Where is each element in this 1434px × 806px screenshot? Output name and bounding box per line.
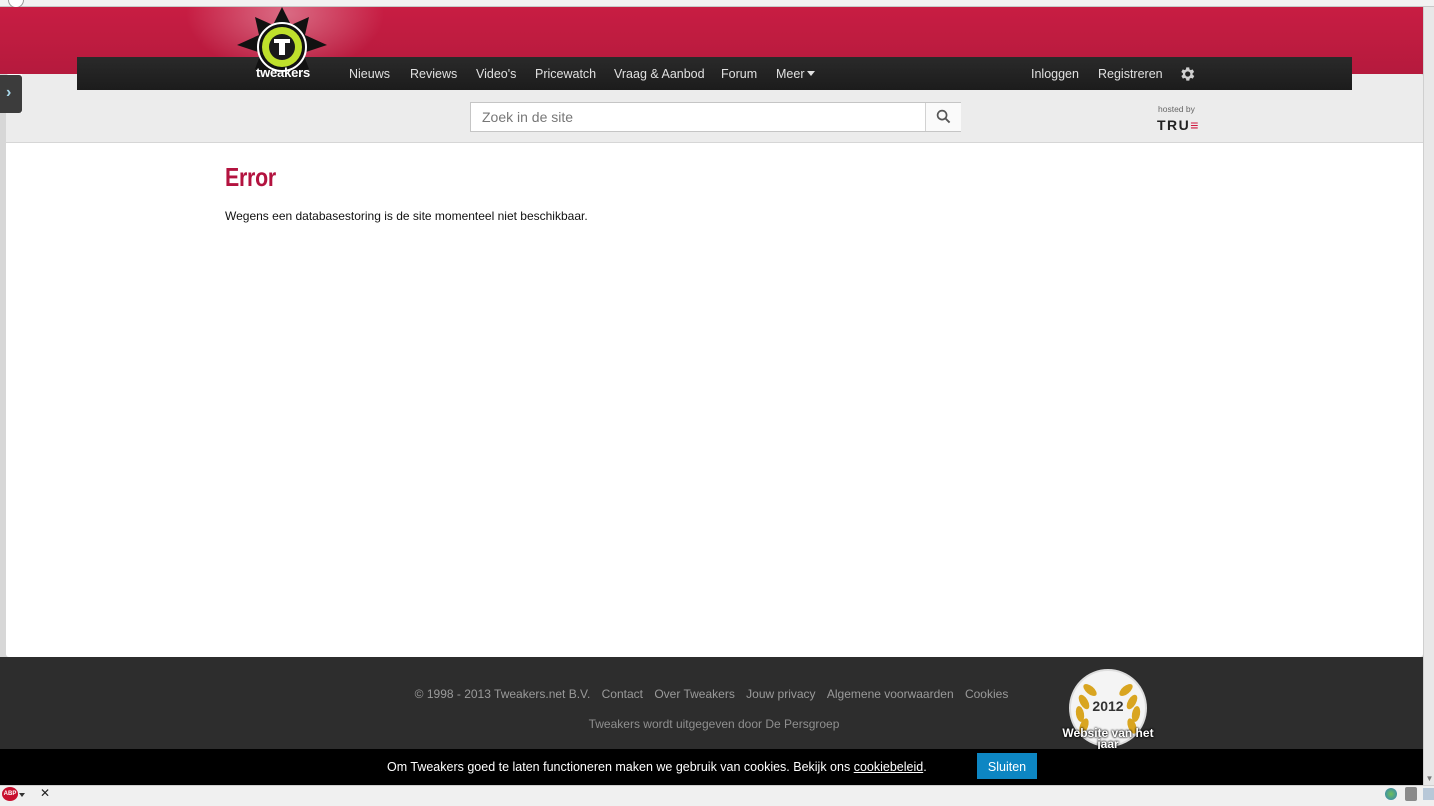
- nav-item-meer[interactable]: Meer: [776, 57, 816, 90]
- award-year: 2012: [1092, 698, 1124, 714]
- cookie-text-end: .: [923, 760, 927, 774]
- caret-down-icon: [807, 71, 816, 76]
- hosted-by-label: hosted by: [1158, 104, 1195, 114]
- browser-status-bar: [0, 785, 1434, 806]
- adblock-icon[interactable]: ABP: [2, 787, 18, 801]
- search-box: [470, 102, 961, 132]
- nav-item-videos[interactable]: Video's: [476, 57, 516, 90]
- globe-icon[interactable]: [1385, 788, 1397, 800]
- page-panel: [6, 74, 1423, 657]
- footer: [0, 657, 1423, 749]
- nav-item-forum[interactable]: Forum: [721, 57, 757, 90]
- chevron-right-icon: ›: [6, 84, 12, 101]
- search-input[interactable]: [471, 103, 922, 131]
- sidebar-toggle-button[interactable]: ›: [0, 75, 22, 113]
- footer-links: © 1998 - 2013 Tweakers.net B.V. Contact …: [0, 687, 1423, 701]
- cookie-close-button[interactable]: Sluiten: [977, 753, 1037, 779]
- close-icon[interactable]: ✕: [40, 786, 50, 800]
- award-text: Website van het jaar: [1062, 726, 1154, 751]
- cookie-message: Om Tweakers goed te laten functioneren m…: [387, 760, 927, 774]
- addon-icon[interactable]: [1405, 787, 1417, 801]
- login-link[interactable]: Inloggen: [1031, 57, 1079, 90]
- nav-item-reviews[interactable]: Reviews: [410, 57, 457, 90]
- error-message: Wegens een databasestoring is de site mo…: [225, 209, 588, 223]
- footer-link-voorwaarden[interactable]: Algemene voorwaarden: [827, 687, 954, 701]
- page-title: Error: [225, 162, 276, 192]
- register-link[interactable]: Registreren: [1098, 57, 1163, 90]
- footer-link-cookies[interactable]: Cookies: [965, 687, 1008, 701]
- true-logo-e: ≡: [1190, 117, 1200, 133]
- true-hosting-logo[interactable]: TRU≡: [1157, 117, 1200, 133]
- gear-icon[interactable]: [1178, 65, 1196, 83]
- vertical-scrollbar[interactable]: ▼: [1423, 7, 1434, 785]
- footer-link-privacy[interactable]: Jouw privacy: [746, 687, 815, 701]
- adblock-menu-caret-icon[interactable]: [19, 793, 25, 797]
- browser-top-bar: [0, 0, 1434, 8]
- footer-publisher: Tweakers wordt uitgegeven door De Persgr…: [588, 717, 840, 731]
- nav-item-vraag-aanbod[interactable]: Vraag & Aanbod: [614, 57, 705, 90]
- resize-grip-icon[interactable]: [1423, 788, 1434, 800]
- nav-item-pricewatch[interactable]: Pricewatch: [535, 57, 596, 90]
- footer-link-over-tweakers[interactable]: Over Tweakers: [654, 687, 734, 701]
- scroll-down-arrow-icon[interactable]: ▼: [1425, 774, 1434, 783]
- nav-item-nieuws[interactable]: Nieuws: [349, 57, 390, 90]
- cookie-policy-link[interactable]: cookiebeleid: [854, 760, 924, 774]
- footer-copyright: © 1998 - 2013 Tweakers.net B.V.: [414, 687, 591, 701]
- true-logo-text: TRU: [1157, 117, 1191, 133]
- nav-more-label: Meer: [776, 67, 805, 81]
- logo-wordmark[interactable]: tweakers: [248, 65, 318, 80]
- search-button[interactable]: [925, 103, 961, 131]
- cookie-text: Om Tweakers goed te laten functioneren m…: [387, 760, 854, 774]
- search-strip-edge: [6, 113, 22, 143]
- search-icon: [936, 109, 951, 124]
- footer-link-contact[interactable]: Contact: [602, 687, 643, 701]
